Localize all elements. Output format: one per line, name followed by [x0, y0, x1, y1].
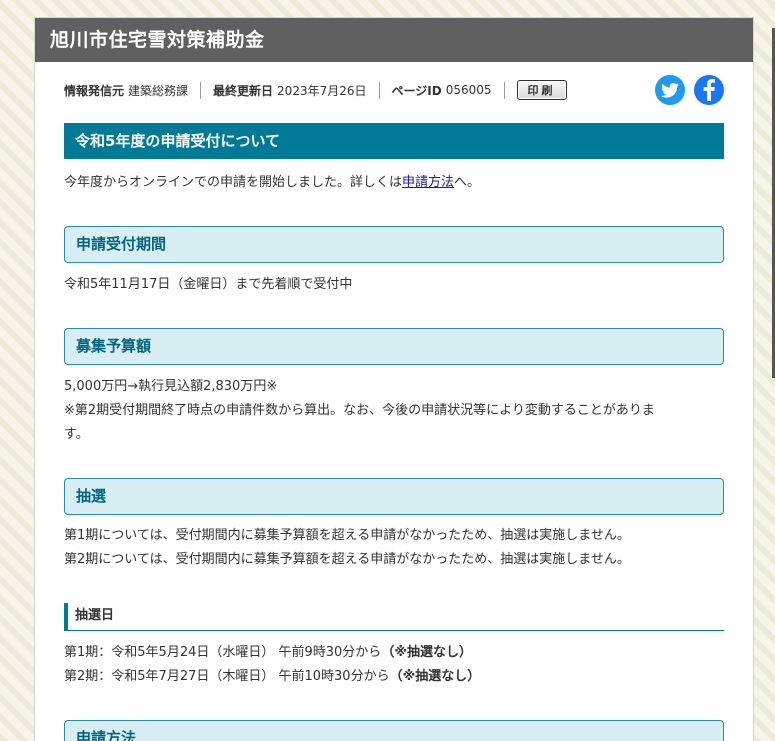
budget-note: ※第2期受付期間終了時点の申請件数から算出。なお、今後の申請状況等により変動する… — [64, 403, 655, 418]
twitter-icon[interactable] — [655, 75, 685, 105]
source-value: 建築総務課 — [128, 83, 189, 98]
lottery-date-heading: 抽選日 — [64, 603, 724, 631]
meta-divider — [200, 81, 202, 99]
print-button[interactable]: 印刷 — [516, 80, 567, 100]
main-content: 令和5年度の申請受付について 今年度からオンラインでの申請を開始しました。詳しく… — [35, 118, 753, 741]
lottery-date-text: 第2期：令和5年7月27日（木曜日） 午前10時30分から — [64, 669, 390, 684]
meta-divider — [503, 81, 505, 99]
lottery-date-line: 第2期：令和5年7月27日（木曜日） 午前10時30分から（※抽選なし） — [64, 665, 724, 689]
lottery-date-line: 第1期：令和5年5月24日（水曜日） 午前9時30分から（※抽選なし） — [64, 641, 724, 665]
lottery-date-text: 第1期：令和5年5月24日（水曜日） 午前9時30分から — [64, 645, 382, 660]
updated-label: 最終更新日 — [213, 83, 274, 98]
section-heading: 令和5年度の申請受付について — [64, 123, 724, 159]
period-text: 令和5年11月17日（金曜日）まで先着順で受付中 — [64, 277, 353, 292]
meta-divider — [378, 81, 380, 99]
method-heading: 申請方法 — [64, 720, 724, 741]
page-title: 旭川市住宅雪対策補助金 — [35, 18, 753, 62]
budget-note-cont: す。 — [64, 427, 89, 442]
social-share — [655, 75, 724, 105]
intro-text: 今年度からオンラインでの申請を開始しました。詳しくは申請方法へ。 — [64, 171, 724, 195]
lottery-heading: 抽選 — [64, 478, 724, 515]
lottery-line: 第2期については、受付期間内に募集予算額を超える申請がなかったため、抽選は実施し… — [64, 552, 630, 567]
lottery-date-note: （※抽選なし） — [381, 645, 472, 660]
page-container: 旭川市住宅雪対策補助金 情報発信元 建築総務課 最終更新日 2023年7月26日… — [34, 17, 754, 741]
lottery-line: 第1期については、受付期間内に募集予算額を超える申請がなかったため、抽選は実施し… — [64, 528, 630, 543]
period-heading: 申請受付期間 — [64, 226, 724, 263]
pageid-value: 056005 — [445, 83, 492, 97]
intro-text-after: へ。 — [454, 175, 481, 190]
lottery-date-note: （※抽選なし） — [389, 669, 481, 684]
source-label: 情報発信元 — [64, 83, 125, 98]
updated-value: 2023年7月26日 — [277, 83, 367, 98]
facebook-icon[interactable] — [694, 75, 724, 105]
pageid-label: ページID — [391, 83, 442, 98]
page-meta: 情報発信元 建築総務課 最終更新日 2023年7月26日 ページID 05600… — [35, 62, 753, 118]
budget-line: 5,000万円→執行見込額2,830万円※ — [64, 379, 278, 394]
budget-heading: 募集予算額 — [64, 328, 724, 365]
intro-text-before: 今年度からオンラインでの申請を開始しました。詳しくは — [64, 175, 403, 190]
application-method-link[interactable]: 申請方法 — [402, 175, 454, 190]
